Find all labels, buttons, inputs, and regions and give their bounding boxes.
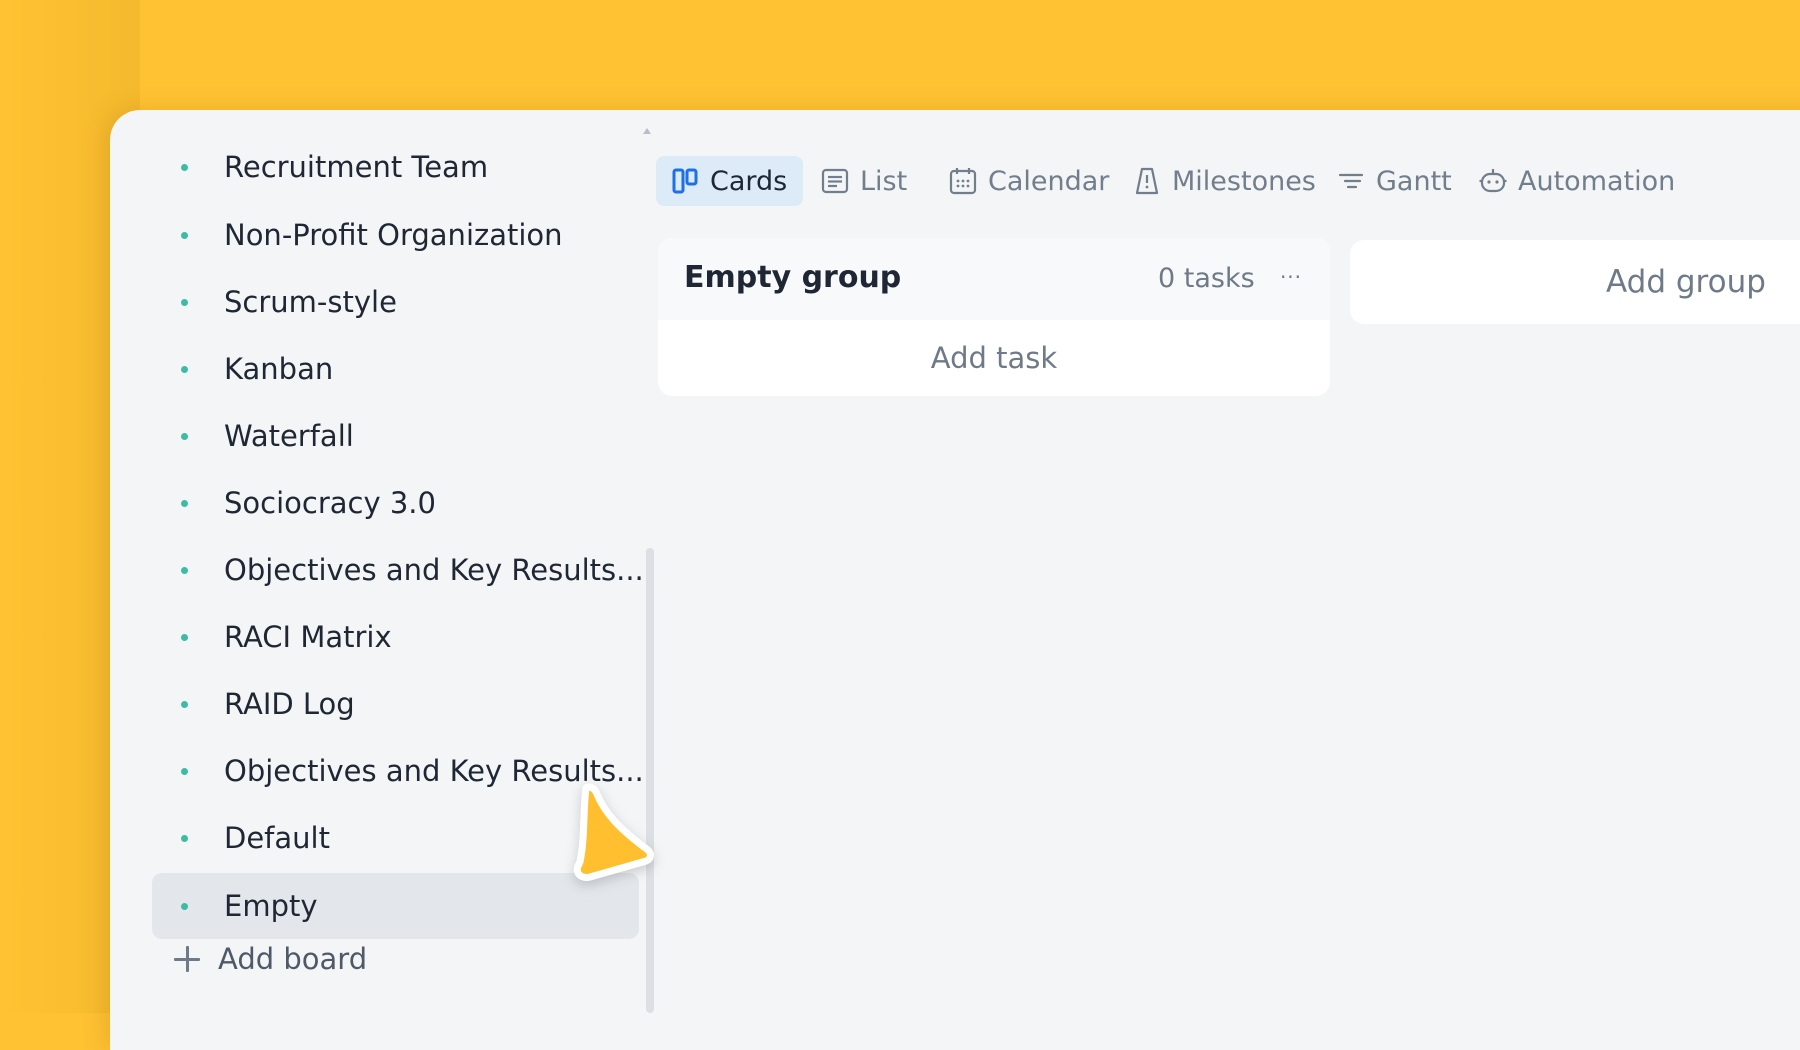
board-label: Recruitment Team [224,150,489,184]
tab-cards[interactable]: Cards [656,156,804,206]
board-dot [181,566,188,574]
tab-gantt[interactable]: Gantt [1322,156,1468,206]
board-item-kanban[interactable]: Kanban [152,336,639,402]
board-dot [181,163,188,171]
tab-calendar[interactable]: Calendar [934,156,1125,206]
add-group-label: Add group [1606,264,1766,300]
list-icon [821,168,849,194]
tab-label: Milestones [1172,165,1316,197]
task-group: Empty group 0 tasks ··· Add task [658,238,1330,396]
tab-label: Cards [710,165,788,197]
tab-list[interactable]: List [806,156,923,206]
board-label: Kanban [224,352,334,386]
board-dot [181,365,188,373]
board-item-sociocracy[interactable]: Sociocracy 3.0 [152,470,639,536]
tab-label: Gantt [1376,165,1452,197]
add-board-label: Add board [218,942,368,976]
board-dot [181,231,188,239]
plus-icon [174,946,200,972]
group-header: Empty group 0 tasks ··· [658,238,1330,320]
board-dot [181,499,188,507]
board-item-raci-matrix[interactable]: RACI Matrix [152,604,639,670]
board-dot [181,432,188,440]
board-dot [181,834,188,842]
board-item-waterfall[interactable]: Waterfall [152,403,639,469]
automation-icon [1479,169,1507,193]
board-label: Non-Profit Organization [224,218,563,252]
group-task-count: 0 tasks [1158,263,1255,294]
board-item-raid-log[interactable]: RAID Log [152,671,639,737]
cards-icon [672,168,698,194]
add-group-button[interactable]: Add group [1350,240,1800,324]
tab-label: Calendar [988,165,1110,197]
group-title[interactable]: Empty group [684,260,901,295]
board-dot [181,298,188,306]
board-label: Empty [224,889,318,923]
gantt-icon [1338,173,1364,189]
scroll-up-arrow[interactable] [643,128,651,134]
board-dot [181,633,188,641]
board-item-okr-1[interactable]: Objectives and Key Results... [152,537,644,603]
board-dot [181,700,188,708]
milestones-icon [1135,167,1159,195]
tab-label: List [860,165,908,197]
board-label: RACI Matrix [224,620,392,654]
board-dot [181,902,188,910]
board-item-scrum-style[interactable]: Scrum-style [152,269,639,335]
board-label: Scrum-style [224,285,397,319]
add-board-button[interactable]: Add board [174,937,367,981]
app-window: Recruitment Team Non-Profit Organization… [110,110,1800,1050]
board-label: Objectives and Key Results... [224,553,644,587]
add-task-button[interactable]: Add task [658,320,1330,396]
board-item-non-profit-organization[interactable]: Non-Profit Organization [152,202,639,268]
more-options-icon[interactable]: ··· [1278,264,1304,290]
board-label: Default [224,821,330,855]
tab-milestones[interactable]: Milestones [1118,156,1332,206]
board-label: Sociocracy 3.0 [224,486,436,520]
calendar-icon [949,168,977,195]
tab-label: Automation [1518,165,1676,197]
pointer-cursor-icon [573,783,654,881]
board-label: Waterfall [224,419,354,453]
tab-automation[interactable]: Automation [1464,156,1691,206]
board-dot [181,767,188,775]
board-item-recruitment-team[interactable]: Recruitment Team [152,134,639,200]
board-label: RAID Log [224,687,355,721]
